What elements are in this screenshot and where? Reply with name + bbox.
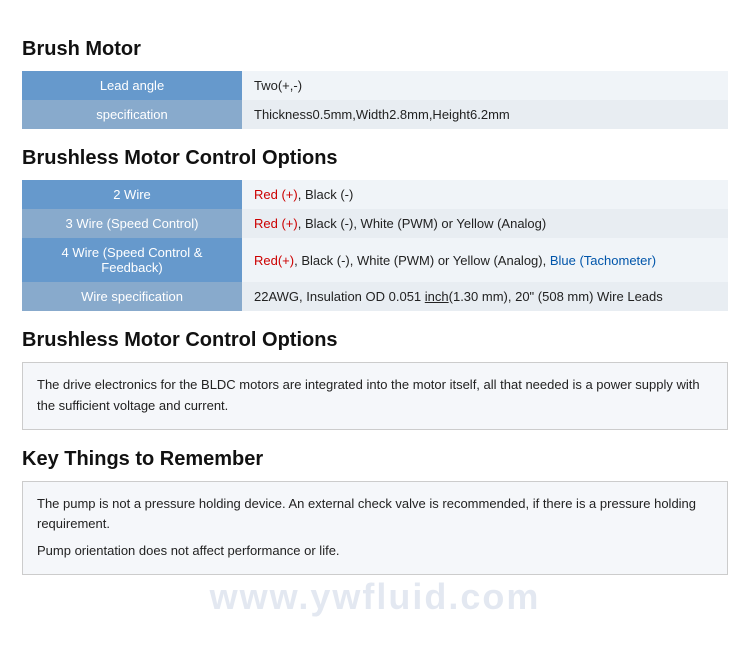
- brushless-motor-table: 2 Wire Red (+), Black (-) 3 Wire (Speed …: [22, 180, 728, 311]
- table-row: Lead angle Two(+,-): [22, 71, 728, 100]
- row-label: Wire specification: [22, 282, 242, 311]
- watermark: www.ywfluid.com: [210, 576, 541, 618]
- key-things-line-2: Pump orientation does not affect perform…: [37, 541, 713, 562]
- brushless-motor-control-section: Brushless Motor Control Options 2 Wire R…: [22, 147, 728, 311]
- brushless-motor-control-title: Brushless Motor Control Options: [22, 147, 728, 170]
- row-label: 4 Wire (Speed Control & Feedback): [22, 238, 242, 282]
- brush-motor-table: Lead angle Two(+,-) specification Thickn…: [22, 71, 728, 129]
- key-things-section: Key Things to Remember The pump is not a…: [22, 448, 728, 575]
- row-value: Red (+), Black (-): [242, 180, 728, 209]
- brush-motor-section: Brush Motor Lead angle Two(+,-) specific…: [22, 38, 728, 129]
- brushless-description-title: Brushless Motor Control Options: [22, 329, 728, 352]
- table-row: 2 Wire Red (+), Black (-): [22, 180, 728, 209]
- table-row: 3 Wire (Speed Control) Red (+), Black (-…: [22, 209, 728, 238]
- table-row: Wire specification 22AWG, Insulation OD …: [22, 282, 728, 311]
- table-row: specification Thickness0.5mm,Width2.8mm,…: [22, 100, 728, 129]
- key-things-title: Key Things to Remember: [22, 448, 728, 471]
- brushless-description-box: The drive electronics for the BLDC motor…: [22, 362, 728, 430]
- key-things-box: The pump is not a pressure holding devic…: [22, 481, 728, 575]
- row-label: specification: [22, 100, 242, 129]
- row-value: 22AWG, Insulation OD 0.051 inch(1.30 mm)…: [242, 282, 728, 311]
- row-value: Thickness0.5mm,Width2.8mm,Height6.2mm: [242, 100, 728, 129]
- row-value: Red(+), Black (-), White (PWM) or Yellow…: [242, 238, 728, 282]
- row-label: 2 Wire: [22, 180, 242, 209]
- row-label: Lead angle: [22, 71, 242, 100]
- brushless-description-text: The drive electronics for the BLDC motor…: [37, 377, 700, 413]
- brushless-description-section: Brushless Motor Control Options The driv…: [22, 329, 728, 430]
- row-value: Red (+), Black (-), White (PWM) or Yello…: [242, 209, 728, 238]
- brush-motor-title: Brush Motor: [22, 38, 728, 61]
- key-things-line-1: The pump is not a pressure holding devic…: [37, 494, 713, 536]
- row-label: 3 Wire (Speed Control): [22, 209, 242, 238]
- table-row: 4 Wire (Speed Control & Feedback) Red(+)…: [22, 238, 728, 282]
- row-value: Two(+,-): [242, 71, 728, 100]
